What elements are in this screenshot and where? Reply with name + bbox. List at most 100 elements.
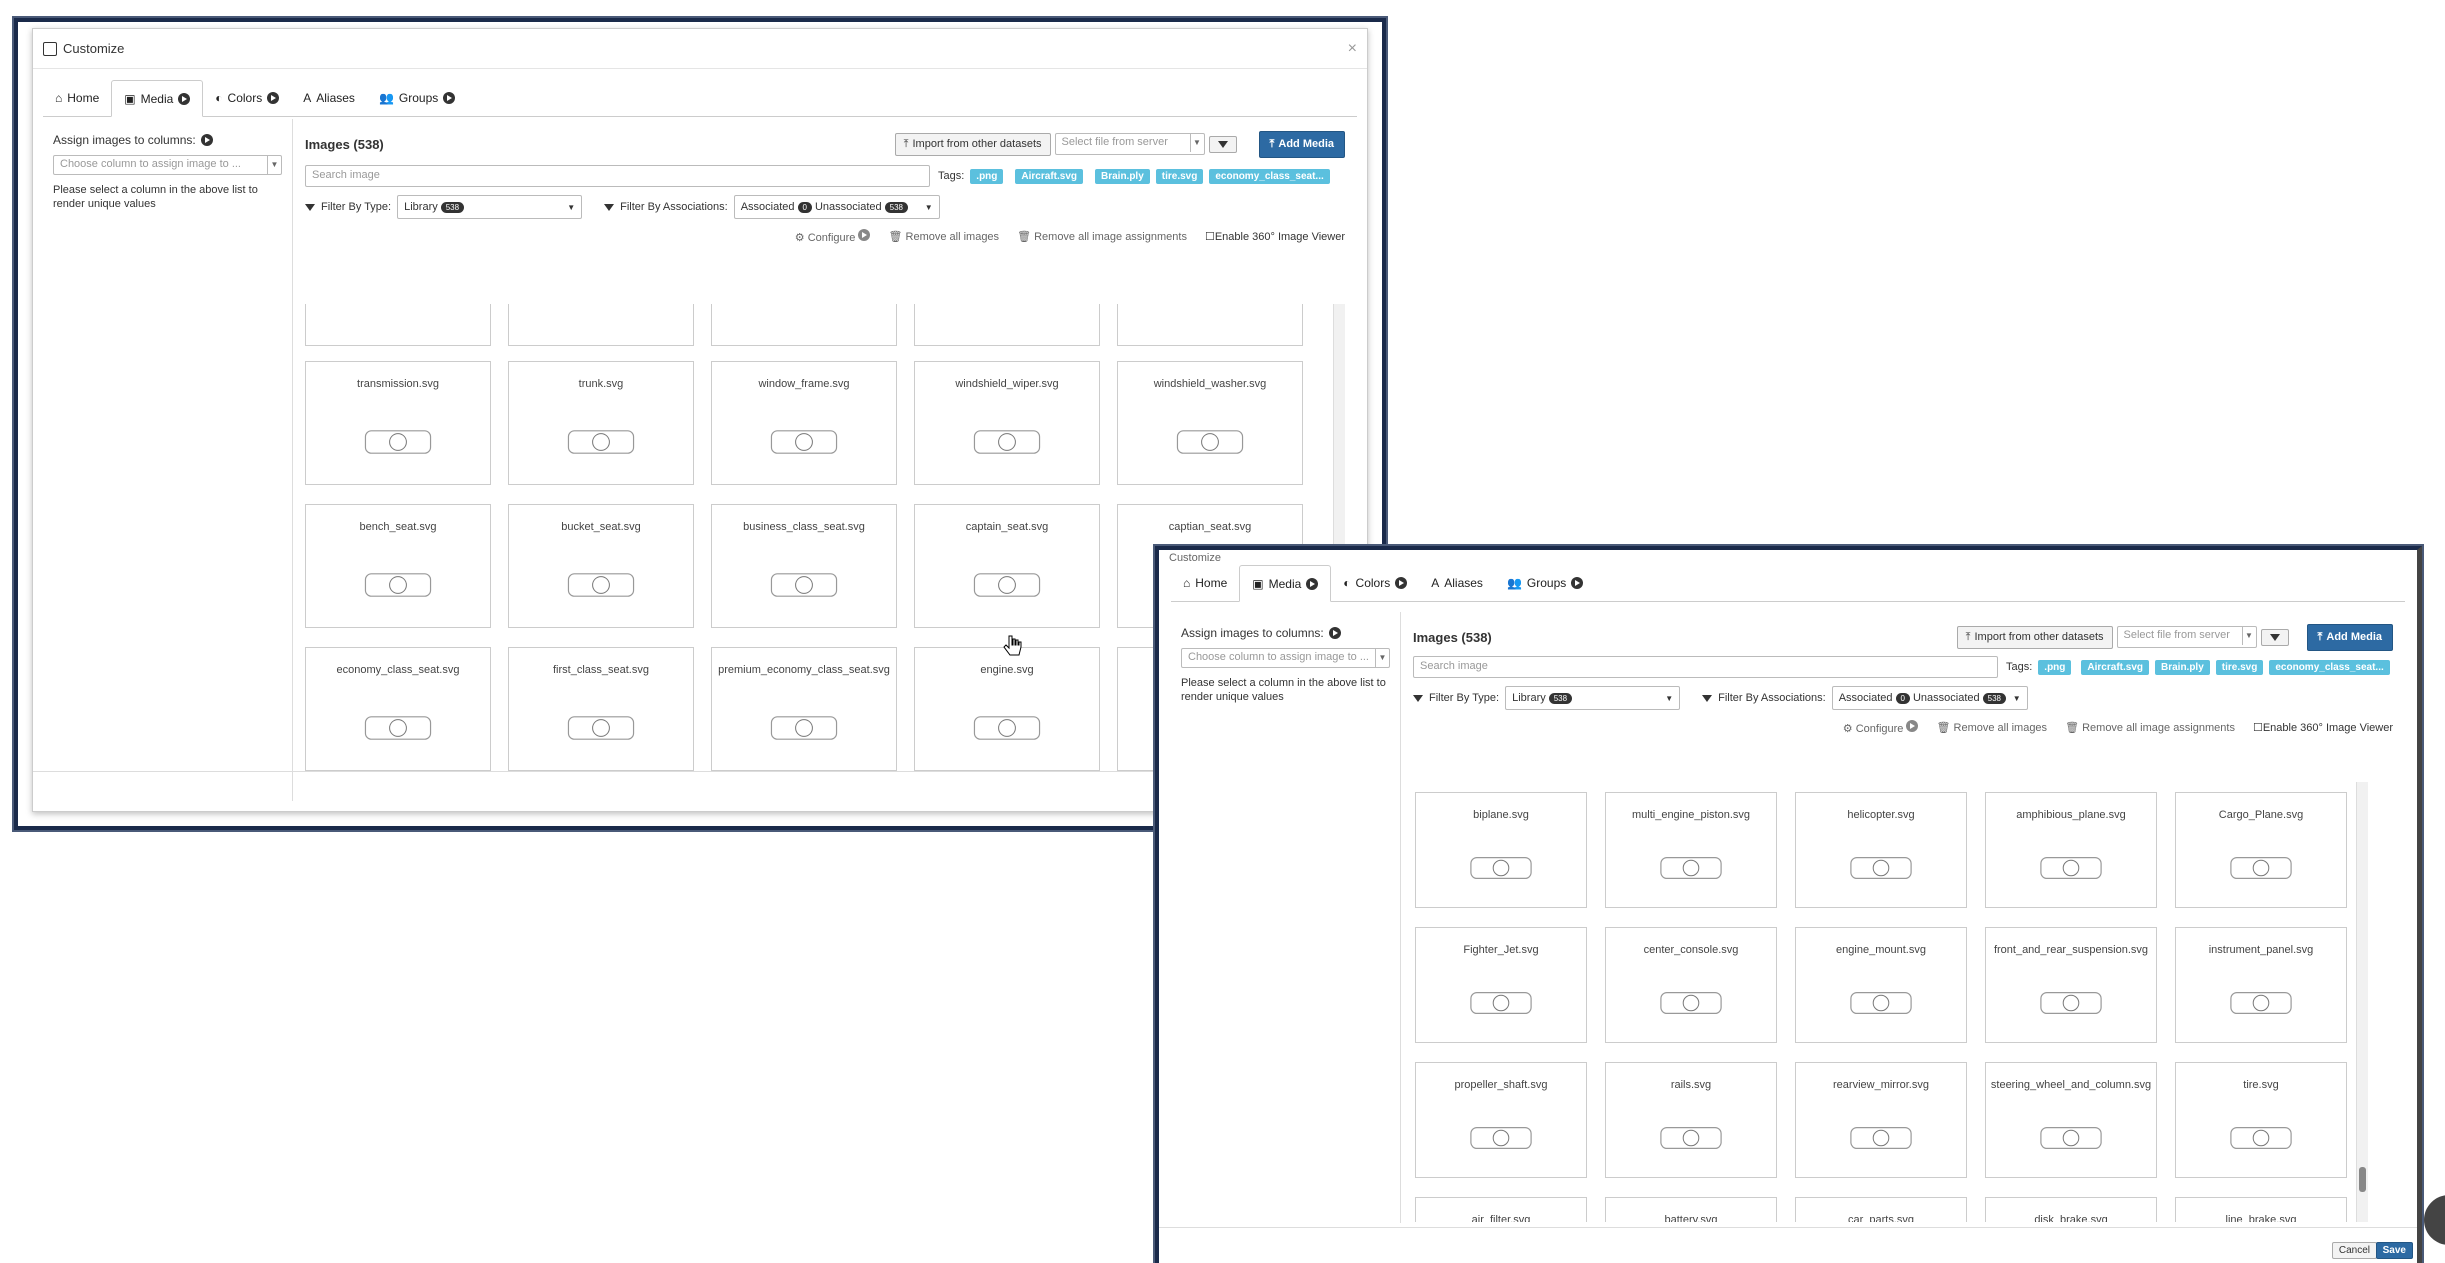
tab-colors[interactable]: ◐ Colors: [203, 79, 291, 116]
image-card[interactable]: engine_mount.svg: [1795, 927, 1967, 1043]
tab-home[interactable]: ⌂ Home: [1171, 564, 1239, 601]
tab-aliases[interactable]: A Aliases: [291, 79, 367, 116]
image-card[interactable]: first_class_seat.svg: [508, 647, 694, 771]
filter-type-select[interactable]: Library 538 ▼: [397, 195, 583, 219]
image-card[interactable]: captain_seat.svg: [914, 504, 1100, 628]
image-card[interactable]: [711, 304, 897, 346]
remove-all-button[interactable]: 🗑 Remove all images: [1936, 721, 2047, 734]
image-card[interactable]: [508, 304, 694, 346]
cancel-button[interactable]: Cancel: [2331, 1242, 2377, 1259]
close-button[interactable]: ×: [1348, 40, 1357, 58]
tag-png[interactable]: .png: [970, 168, 1004, 184]
tag-aircraft[interactable]: Aircraft.svg: [2081, 659, 2149, 675]
image-card[interactable]: helicopter.svg: [1795, 792, 1967, 908]
enable-360-checkbox[interactable]: ☐Enable 360° Image Viewer: [2253, 721, 2393, 734]
add-media-button[interactable]: ⤒ Add Media: [1258, 130, 1345, 158]
tag-brain[interactable]: Brain.ply: [1094, 168, 1150, 184]
image-card[interactable]: line_brake.svg: [2175, 1197, 2347, 1222]
image-name: bucket_seat.svg: [561, 521, 641, 533]
tag-economy-seat[interactable]: economy_class_seat...: [1209, 168, 1330, 184]
image-card[interactable]: biplane.svg: [1415, 792, 1587, 908]
tag-png[interactable]: .png: [2038, 659, 2072, 675]
image-card[interactable]: front_and_rear_suspension.svg: [1985, 927, 2157, 1043]
tag-economy-seat[interactable]: economy_class_seat...: [2269, 659, 2390, 675]
search-input[interactable]: Search image: [305, 165, 930, 187]
filter-button[interactable]: [1208, 135, 1237, 153]
image-card[interactable]: trunk.svg: [508, 361, 694, 485]
server-file-select[interactable]: Select file from server ▼: [2116, 626, 2257, 648]
tab-media[interactable]: ▣ Media: [111, 80, 204, 117]
import-button[interactable]: ⤒ Import from other datasets: [894, 132, 1051, 156]
image-card[interactable]: windshield_wiper.svg: [914, 361, 1100, 485]
image-card[interactable]: multi_engine_piston.svg: [1605, 792, 1777, 908]
tab-bar: ⌂ Home ▣ Media ◐ Colors A Aliases 👥 Groups: [43, 79, 1357, 117]
image-card[interactable]: [914, 304, 1100, 346]
image-card[interactable]: car_parts.svg: [1795, 1197, 1967, 1222]
image-card[interactable]: bucket_seat.svg: [508, 504, 694, 628]
image-card[interactable]: economy_class_seat.svg: [305, 647, 491, 771]
image-name: rearview_mirror.svg: [1833, 1079, 1929, 1091]
image-card[interactable]: [1117, 304, 1303, 346]
image-card[interactable]: battery.svg: [1605, 1197, 1777, 1222]
tab-home[interactable]: ⌂ Home: [43, 79, 111, 116]
image-card[interactable]: center_console.svg: [1605, 927, 1777, 1043]
tab-colors[interactable]: ◐ Colors: [1331, 564, 1419, 601]
scrollbar-thumb[interactable]: [2359, 1167, 2366, 1192]
image-card[interactable]: Cargo_Plane.svg: [2175, 792, 2347, 908]
column-select[interactable]: Choose column to assign image to ... ▼: [53, 155, 282, 175]
image-card[interactable]: business_class_seat.svg: [711, 504, 897, 628]
tag-tire[interactable]: tire.svg: [2215, 659, 2264, 675]
tag-brain[interactable]: Brain.ply: [2154, 659, 2210, 675]
search-input[interactable]: Search image: [1413, 656, 1998, 678]
filter-type-select[interactable]: Library 538 ▼: [1505, 686, 1681, 710]
count-badge: 538: [1548, 692, 1573, 704]
remove-assignments-button[interactable]: 🗑 Remove all image assignments: [1017, 230, 1187, 243]
image-card[interactable]: air_filter.svg: [1415, 1197, 1587, 1222]
thumbnail: [758, 700, 851, 759]
info-icon: [1906, 720, 1919, 732]
image-card[interactable]: [305, 304, 491, 346]
tab-aliases[interactable]: A Aliases: [1419, 564, 1495, 601]
image-card[interactable]: disk_brake.svg: [1985, 1197, 2157, 1222]
filter-button[interactable]: [2260, 628, 2289, 646]
thumbnail-image: [567, 716, 635, 740]
column-select[interactable]: Choose column to assign image to ... ▼: [1181, 648, 1390, 668]
image-card[interactable]: windshield_washer.svg: [1117, 361, 1303, 485]
filter-assoc-select[interactable]: Associated 0 Unassociated 538 ▼: [733, 195, 940, 219]
configure-button[interactable]: ⚙ Configure: [795, 229, 871, 244]
image-card[interactable]: transmission.svg: [305, 361, 491, 485]
remove-all-button[interactable]: 🗑 Remove all images: [888, 230, 999, 243]
grid-scrollbar[interactable]: [2356, 782, 2368, 1222]
tag-aircraft[interactable]: Aircraft.svg: [1015, 168, 1083, 184]
tab-groups[interactable]: 👥 Groups: [1495, 564, 1595, 601]
thumbnail: [2218, 842, 2304, 897]
image-card[interactable]: steering_wheel_and_column.svg: [1985, 1062, 2157, 1178]
add-media-label: Add Media: [2326, 631, 2382, 643]
image-card[interactable]: tire.svg: [2175, 1062, 2347, 1178]
filter-assoc-select[interactable]: Associated 0 Unassociated 538 ▼: [1831, 686, 2028, 710]
image-card[interactable]: instrument_panel.svg: [2175, 927, 2347, 1043]
image-card[interactable]: rails.svg: [1605, 1062, 1777, 1178]
tag-tire[interactable]: tire.svg: [1155, 168, 1204, 184]
image-card[interactable]: rearview_mirror.svg: [1795, 1062, 1967, 1178]
help-fab[interactable]: [2424, 1195, 2445, 1245]
image-card[interactable]: bench_seat.svg: [305, 504, 491, 628]
remove-assignments-button[interactable]: 🗑 Remove all image assignments: [2065, 721, 2235, 734]
import-button[interactable]: ⤒ Import from other datasets: [1956, 625, 2113, 649]
image-card[interactable]: engine.svg: [914, 647, 1100, 771]
tab-media[interactable]: ▣ Media: [1239, 565, 1332, 602]
save-button[interactable]: Save: [2375, 1242, 2413, 1259]
image-card[interactable]: Fighter_Jet.svg: [1415, 927, 1587, 1043]
thumbnail: [1458, 842, 1544, 897]
image-card[interactable]: window_frame.svg: [711, 361, 897, 485]
tab-groups[interactable]: 👥 Groups: [367, 79, 467, 116]
thumbnail: [555, 414, 648, 473]
image-card[interactable]: premium_economy_class_seat.svg: [711, 647, 897, 771]
thumbnail: [2218, 977, 2304, 1032]
image-card[interactable]: amphibious_plane.svg: [1985, 792, 2157, 908]
server-file-select[interactable]: Select file from server ▼: [1054, 133, 1205, 155]
image-card[interactable]: propeller_shaft.svg: [1415, 1062, 1587, 1178]
add-media-button[interactable]: ⤒ Add Media: [2306, 623, 2393, 651]
enable-360-checkbox[interactable]: ☐Enable 360° Image Viewer: [1205, 230, 1345, 243]
configure-button[interactable]: ⚙ Configure: [1843, 720, 1919, 735]
